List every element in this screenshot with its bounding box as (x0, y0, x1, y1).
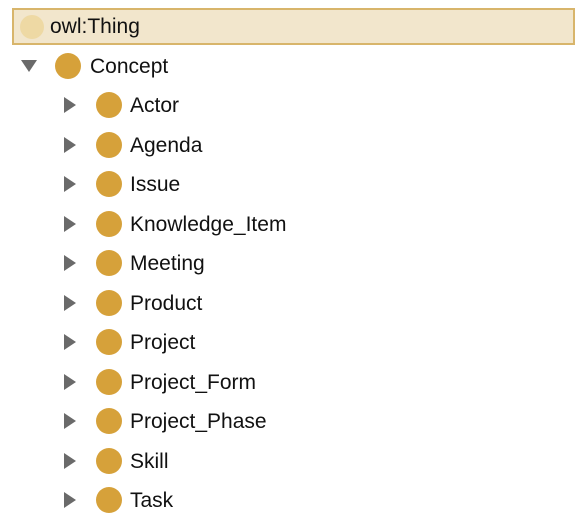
tree-node-knowledge-item[interactable]: Knowledge_Item (58, 209, 286, 239)
class-icon (96, 290, 122, 316)
triangle-right-icon (64, 492, 76, 508)
triangle-right-icon (64, 216, 76, 232)
expand-toggle[interactable] (58, 93, 82, 117)
class-icon (96, 92, 122, 118)
class-icon (96, 408, 122, 434)
tree-node-label: Actor (130, 93, 180, 117)
tree-node-project-form[interactable]: Project_Form (58, 367, 256, 397)
tree-node-label: Issue (130, 172, 181, 196)
tree-node-label: Project (130, 330, 196, 354)
triangle-right-icon (64, 295, 76, 311)
tree-node-actor[interactable]: Actor (58, 90, 179, 120)
expand-toggle[interactable] (58, 449, 82, 473)
tree-node-skill[interactable]: Skill (58, 446, 169, 476)
triangle-right-icon (64, 374, 76, 390)
tree-node-label: Knowledge_Item (130, 212, 287, 236)
tree-node-product[interactable]: Product (58, 288, 202, 318)
tree-node-task[interactable]: Task (58, 485, 173, 515)
expand-toggle[interactable] (58, 291, 82, 315)
tree-node-label: Skill (130, 449, 169, 473)
triangle-down-icon (21, 60, 37, 72)
expand-toggle[interactable] (58, 212, 82, 236)
tree-node-label: Project_Phase (130, 409, 267, 433)
expand-toggle[interactable] (58, 251, 82, 275)
tree-node-agenda[interactable]: Agenda (58, 130, 202, 160)
tree-node-label: Task (130, 488, 174, 512)
triangle-right-icon (64, 137, 76, 153)
tree-node-label: owl:Thing (50, 15, 140, 38)
tree-node-concept[interactable]: Concept (17, 51, 168, 81)
triangle-right-icon (64, 97, 76, 113)
class-icon (96, 132, 122, 158)
triangle-right-icon (64, 453, 76, 469)
triangle-right-icon (64, 413, 76, 429)
tree-node-project[interactable]: Project (58, 327, 195, 357)
expand-toggle[interactable] (58, 488, 82, 512)
class-icon (96, 211, 122, 237)
expand-toggle[interactable] (58, 370, 82, 394)
expand-toggle[interactable] (58, 409, 82, 433)
tree-node-label: Meeting (130, 251, 205, 275)
expand-toggle[interactable] (58, 172, 82, 196)
class-icon (96, 171, 122, 197)
tree-node-owl-thing[interactable]: owl:Thing (12, 8, 575, 45)
tree-node-meeting[interactable]: Meeting (58, 248, 205, 278)
triangle-right-icon (64, 334, 76, 350)
class-icon (96, 329, 122, 355)
expand-toggle[interactable] (58, 133, 82, 157)
triangle-right-icon (64, 255, 76, 271)
class-icon (96, 369, 122, 395)
tree-node-label: Project_Form (130, 370, 257, 394)
expand-toggle[interactable] (17, 54, 41, 78)
class-icon (55, 53, 81, 79)
triangle-right-icon (64, 176, 76, 192)
class-icon (96, 250, 122, 276)
tree-node-label: Product (130, 291, 203, 315)
expand-toggle[interactable] (58, 330, 82, 354)
tree-node-label: Concept (90, 54, 169, 78)
tree-node-issue[interactable]: Issue (58, 169, 180, 199)
class-icon (96, 448, 122, 474)
tree-node-project-phase[interactable]: Project_Phase (58, 406, 267, 436)
class-icon (20, 14, 44, 39)
tree-node-label: Agenda (130, 133, 203, 157)
class-hierarchy-tree: owl:Thing Concept Actor Agenda Issue Kno… (0, 0, 585, 531)
class-icon (96, 487, 122, 513)
